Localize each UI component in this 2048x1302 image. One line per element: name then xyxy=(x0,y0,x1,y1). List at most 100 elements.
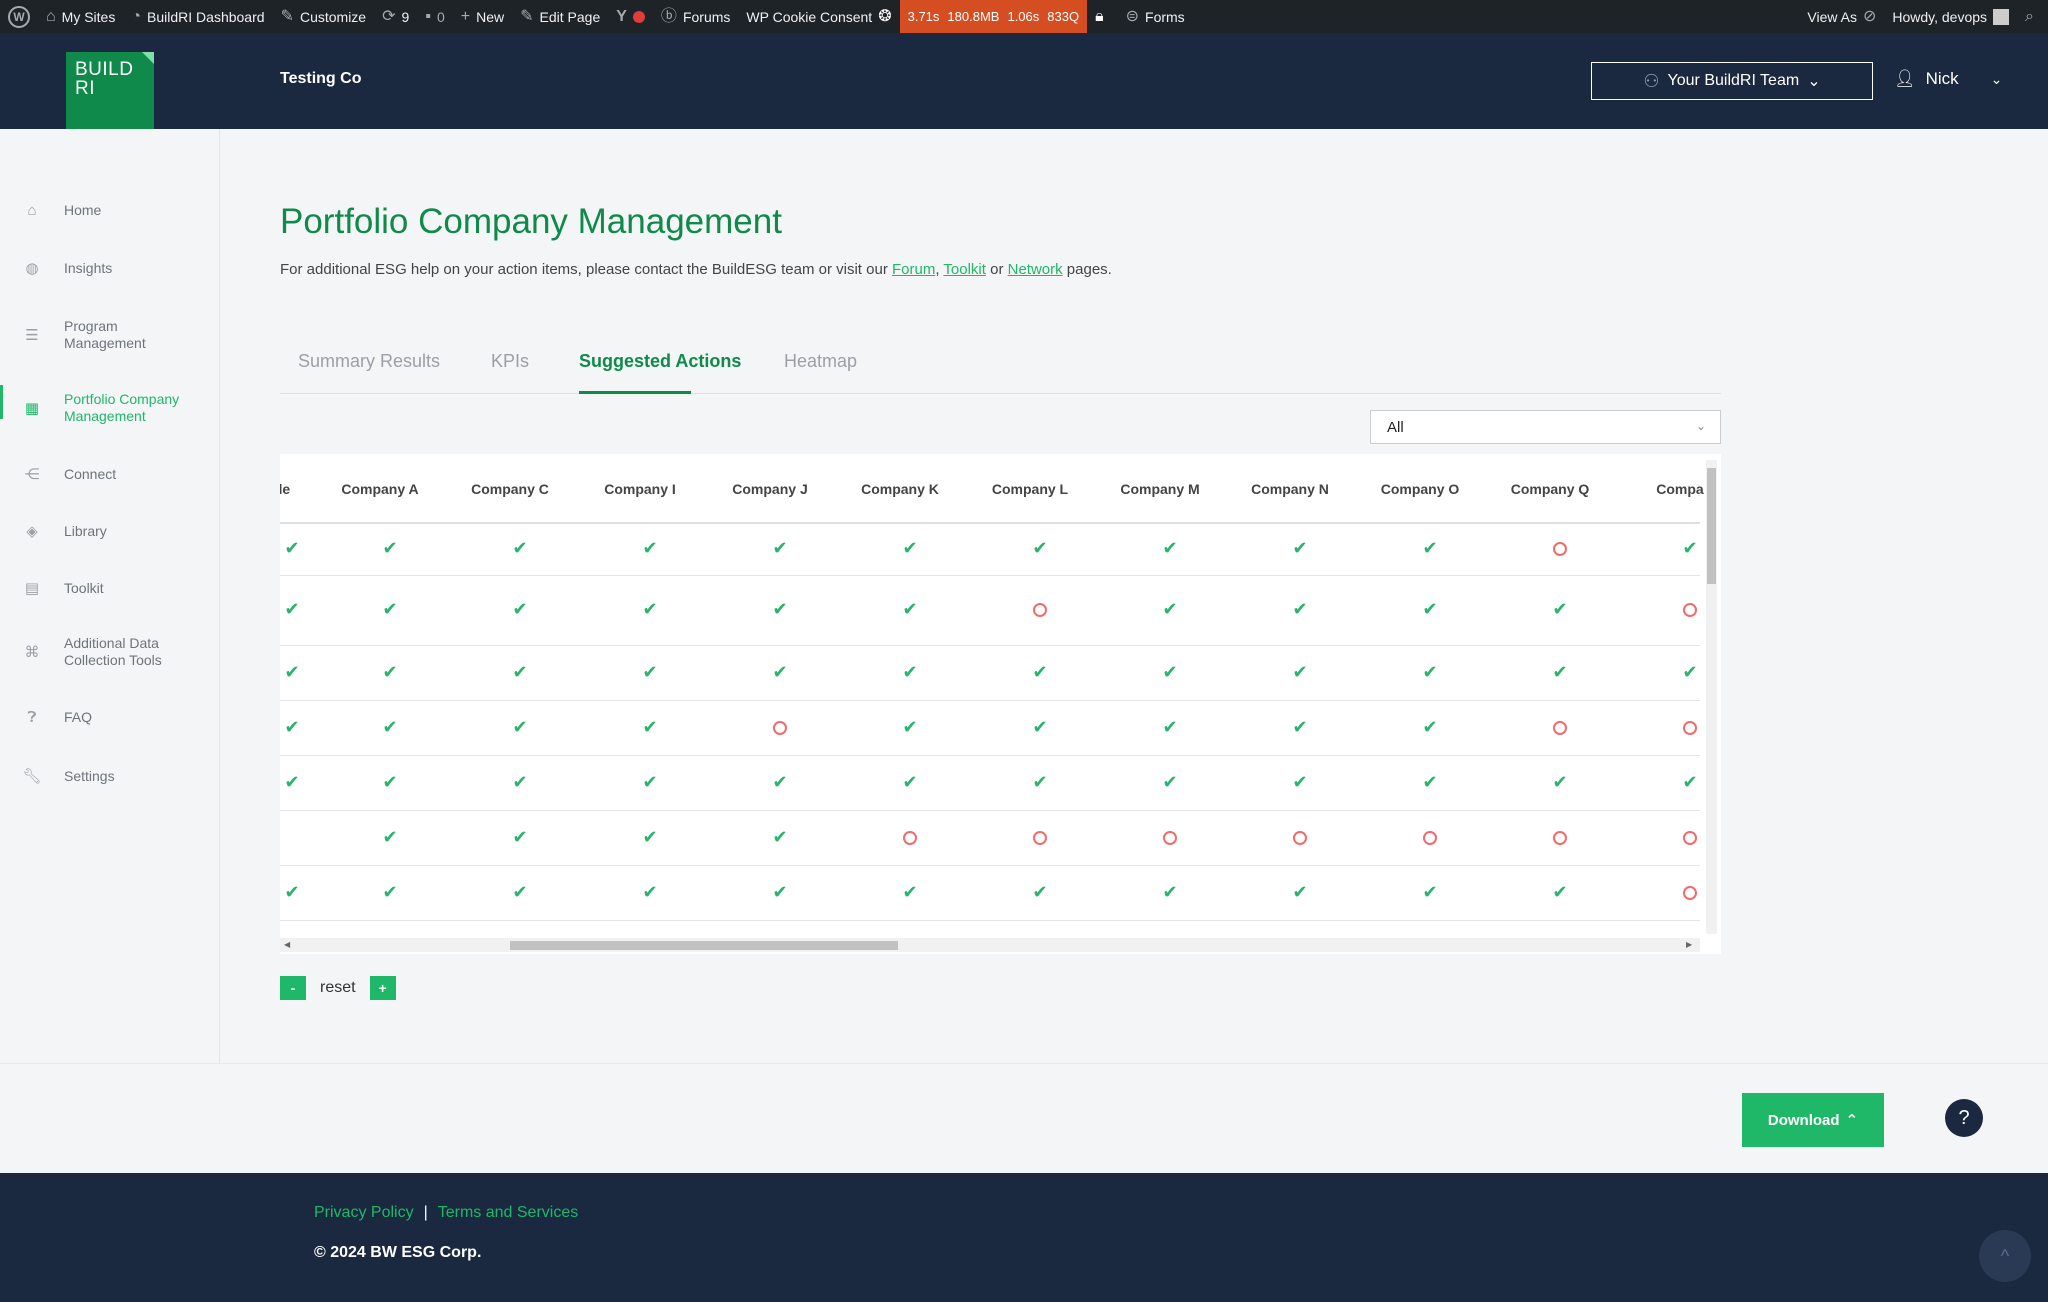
help-button[interactable]: ? xyxy=(1945,1099,1983,1137)
circle-icon xyxy=(1033,830,1047,845)
privacy-policy-link[interactable]: Privacy Policy xyxy=(314,1204,414,1222)
check-icon: ✔ xyxy=(1032,881,1048,902)
share-icon: ⋲ xyxy=(24,466,40,483)
updates-menu[interactable]: ⟳ 9 xyxy=(374,0,417,33)
team-dropdown-button[interactable]: ⚇ Your BuildRI Team ⌄ xyxy=(1591,62,1873,100)
table-row: ✔ ✔ ✔ ✔ ✔ ✔ ✔ ✔ ✔ ✔ ✔ xyxy=(280,524,1700,576)
comments-menu[interactable]: ▪ 0 xyxy=(417,0,452,33)
forum-link[interactable]: Forum xyxy=(892,261,935,278)
sidebar-item-toolkit[interactable]: ▤ Toolkit xyxy=(0,579,220,598)
zoom-reset-button[interactable]: reset xyxy=(320,979,356,997)
circle-icon xyxy=(1163,830,1177,845)
check-icon: ✔ xyxy=(1422,661,1438,682)
status-cell-pending xyxy=(1240,827,1360,848)
wp-logo-menu[interactable]: W xyxy=(0,0,38,33)
check-icon: ✔ xyxy=(1292,538,1308,558)
comment-icon: ▪ xyxy=(425,7,431,25)
check-icon: ✔ xyxy=(1162,538,1178,558)
status-cell-complete: ✔ xyxy=(850,538,970,559)
column-header[interactable]: Company N xyxy=(1230,454,1350,524)
status-cell-complete: ✔ xyxy=(1240,599,1360,620)
circle-icon xyxy=(1683,720,1697,735)
tab-summary-results[interactable]: Summary Results xyxy=(298,351,440,372)
edit-page-menu[interactable]: ✎ Edit Page xyxy=(512,0,608,33)
forums-menu[interactable]: ⓑ Forums xyxy=(653,0,738,33)
layers-icon: ◈ xyxy=(26,523,38,540)
zoom-out-button[interactable]: - xyxy=(280,976,306,1000)
customize-menu[interactable]: ✎ Customize xyxy=(273,0,375,33)
column-header[interactable]: Company A xyxy=(320,454,440,524)
network-link[interactable]: Network xyxy=(1008,261,1063,278)
sidebar-item-connect[interactable]: ⋲ Connect xyxy=(0,465,220,484)
check-icon: ✔ xyxy=(642,716,658,737)
terms-link[interactable]: Terms and Services xyxy=(438,1204,579,1222)
download-button[interactable]: Download ⌃ xyxy=(1742,1093,1884,1147)
status-cell-pending xyxy=(1500,717,1620,738)
status-cell-complete: ✔ xyxy=(980,772,1100,793)
tab-heatmap[interactable]: Heatmap xyxy=(784,351,857,372)
query-monitor-menu[interactable]: 3.71s 180.8MB 1.06s 833Q xyxy=(899,0,1088,33)
column-header[interactable]: Company C xyxy=(450,454,570,524)
check-icon: ✔ xyxy=(512,599,528,619)
status-cell-complete: ✔ xyxy=(980,538,1100,559)
user-menu[interactable]: 👤︎ Nick ⌄ xyxy=(1894,69,2002,89)
zoom-in-button[interactable]: + xyxy=(369,976,396,1000)
tab-suggested-actions[interactable]: Suggested Actions xyxy=(579,351,741,372)
check-icon: ✔ xyxy=(902,538,918,558)
cookie-consent-menu[interactable]: WP Cookie Consent ❂ xyxy=(738,0,899,33)
status-cell-complete: ✔ xyxy=(460,882,580,903)
sidebar-item-insights[interactable]: ◍ Insights xyxy=(0,259,220,278)
status-cell-complete: ✔ xyxy=(330,538,450,559)
scroll-left-icon[interactable]: ◀ xyxy=(284,940,290,949)
scroll-right-icon[interactable]: ▶ xyxy=(1686,940,1692,949)
new-menu[interactable]: + New xyxy=(453,0,512,33)
check-icon: ✔ xyxy=(772,538,788,558)
view-as-menu[interactable]: View As ⊘ xyxy=(1799,0,1884,33)
column-header[interactable]: Company I xyxy=(580,454,700,524)
filter-select[interactable]: All ⌄ xyxy=(1370,410,1721,444)
sidebar-item-settings[interactable]: 🔧︎ Settings xyxy=(0,767,220,786)
horizontal-scrollbar[interactable]: ◀ ▶ xyxy=(280,938,1700,952)
home-icon: ⌂ xyxy=(27,202,37,219)
vertical-scroll-thumb[interactable] xyxy=(1707,468,1716,584)
status-cell-complete: ✔ xyxy=(330,662,450,683)
check-icon: ✔ xyxy=(642,771,658,792)
column-header[interactable]: Company O xyxy=(1360,454,1480,524)
sidebar-item-faq[interactable]: ❓︎ FAQ xyxy=(0,709,220,726)
check-icon: ✔ xyxy=(772,771,788,792)
horizontal-scroll-thumb[interactable] xyxy=(510,941,898,950)
toolkit-link[interactable]: Toolkit xyxy=(943,261,986,278)
sidebar-item-program-management[interactable]: ☰ Program Management xyxy=(0,318,220,352)
search-menu[interactable]: ⌕ xyxy=(2017,0,2048,33)
status-cell-complete: ✔ xyxy=(590,827,710,848)
table-row: ✔ ✔ ✔ ✔ ✔ ✔ ✔ ✔ ✔ ✔ ✔ ✔ xyxy=(280,646,1700,701)
buildri-logo[interactable]: BUILD RI xyxy=(66,52,154,140)
vertical-scrollbar[interactable] xyxy=(1706,460,1717,934)
lock-menu[interactable]: 🔒︎ xyxy=(1087,0,1118,33)
sidebar-item-portfolio-company-management[interactable]: ▦ Portfolio Company Management xyxy=(0,385,220,425)
sidebar-item-home[interactable]: ⌂ Home xyxy=(0,202,220,219)
user-icon: 👤︎ xyxy=(1894,69,1916,88)
back-to-top-button[interactable]: ^ xyxy=(1979,1230,2031,1282)
column-header[interactable]: Company K xyxy=(840,454,960,524)
plus-icon: + xyxy=(460,7,471,25)
yoast-menu[interactable]: Y xyxy=(608,0,653,33)
forms-menu[interactable]: ⊜ Forms xyxy=(1118,0,1193,33)
avatar xyxy=(1993,8,2010,25)
tab-kpis[interactable]: KPIs xyxy=(491,351,529,372)
column-header[interactable]: Company J xyxy=(710,454,830,524)
dashboard-menu[interactable]: ◔ BuildRI Dashboard xyxy=(123,0,272,33)
check-icon: ✔ xyxy=(512,826,528,847)
circle-icon xyxy=(1423,830,1437,845)
column-header[interactable]: Company L xyxy=(970,454,1090,524)
sidebar-item-library[interactable]: ◈ Library xyxy=(0,522,220,541)
account-menu[interactable]: Howdy, devops xyxy=(1884,0,2017,33)
column-header[interactable]: Company M xyxy=(1100,454,1220,524)
my-sites-menu[interactable]: ⌂ My Sites xyxy=(38,0,123,33)
check-icon: ✔ xyxy=(1422,599,1438,619)
check-icon: ✔ xyxy=(772,599,788,619)
check-icon: ✔ xyxy=(382,771,398,792)
sidebar-item-additional-data-collection-tools[interactable]: ⌘ Additional Data Collection Tools xyxy=(0,635,220,669)
footer-separator: | xyxy=(423,1204,428,1221)
column-header[interactable]: Company Q xyxy=(1490,454,1610,524)
